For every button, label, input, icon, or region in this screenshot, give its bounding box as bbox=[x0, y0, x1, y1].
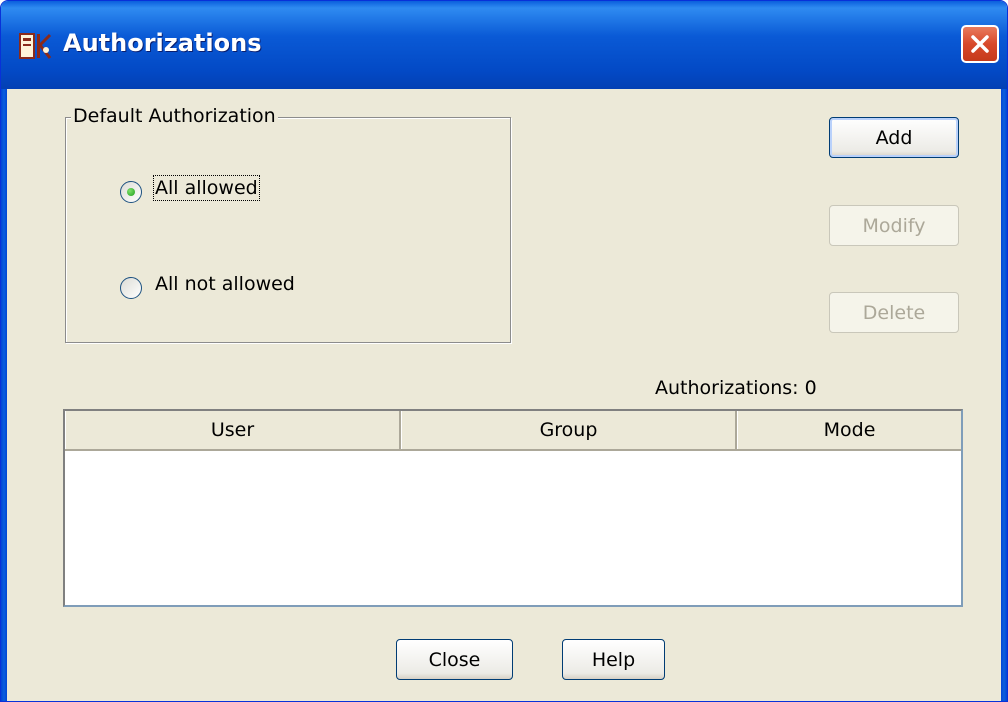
default-authorization-group bbox=[65, 117, 511, 343]
authorizations-table[interactable]: User Group Mode bbox=[63, 409, 963, 607]
radio-selected-dot bbox=[127, 188, 135, 196]
authorizations-dialog: Authorizations Default Authorization All… bbox=[0, 0, 1008, 702]
window-title: Authorizations bbox=[63, 29, 262, 57]
table-header: User Group Mode bbox=[65, 411, 961, 451]
close-x-icon[interactable] bbox=[961, 25, 999, 63]
modify-button[interactable]: Modify bbox=[829, 205, 959, 246]
column-header-group[interactable]: Group bbox=[401, 411, 737, 449]
default-authorization-legend: Default Authorization bbox=[71, 105, 278, 127]
radio-label-all-not-allowed[interactable]: All not allowed bbox=[155, 273, 295, 295]
window-border-left bbox=[1, 89, 7, 701]
title-bar[interactable]: Authorizations bbox=[1, 1, 1007, 89]
add-button[interactable]: Add bbox=[829, 117, 959, 158]
close-button[interactable]: Close bbox=[396, 639, 513, 680]
column-header-mode[interactable]: Mode bbox=[737, 411, 961, 449]
column-header-user[interactable]: User bbox=[65, 411, 401, 449]
app-icon bbox=[19, 33, 52, 59]
radio-label-all-allowed[interactable]: All allowed bbox=[153, 175, 260, 201]
authorizations-count: Authorizations: 0 bbox=[655, 377, 817, 399]
window-border-right bbox=[1001, 89, 1007, 701]
close-glyph bbox=[971, 35, 989, 53]
help-button[interactable]: Help bbox=[562, 639, 665, 680]
radio-all-not-allowed[interactable] bbox=[120, 277, 142, 299]
delete-button[interactable]: Delete bbox=[829, 292, 959, 333]
radio-all-allowed[interactable] bbox=[120, 181, 142, 203]
